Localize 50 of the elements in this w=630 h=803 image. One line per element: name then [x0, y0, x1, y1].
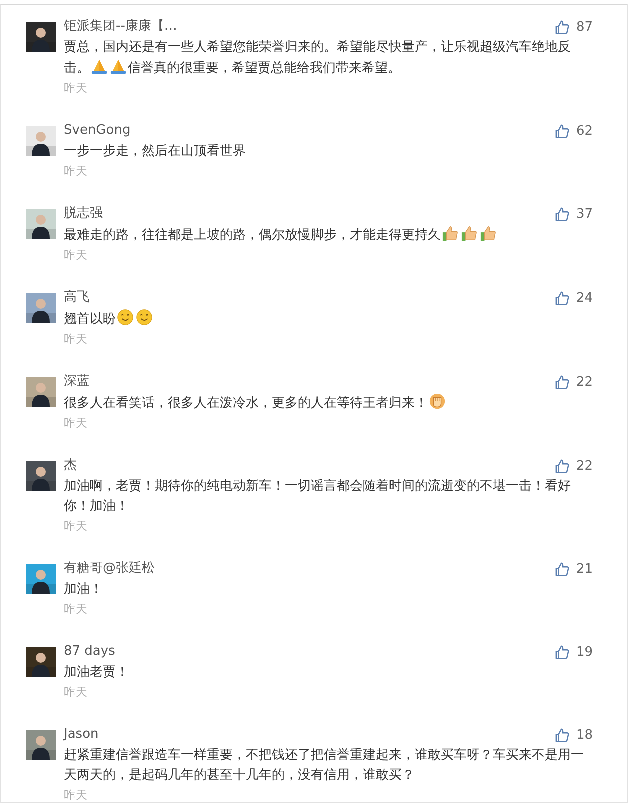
thumbs-up-icon [442, 225, 459, 242]
user-name[interactable]: Jason [64, 725, 99, 745]
comment-time: 昨天 [64, 163, 89, 180]
thumbs-up-icon[interactable] [555, 124, 570, 138]
comment-text: 加油啊，老贾！期待你的纯电动新车！一切谣言都会随着时间的流逝变的不堪一击！看好你！加油！ [64, 478, 572, 516]
comment-time: 昨天 [64, 518, 89, 535]
comment-text: 加油老贾！ [64, 664, 130, 682]
comment-time: 昨天 [64, 787, 89, 802]
like-count: 21 [576, 562, 593, 576]
like-count: 87 [576, 20, 593, 34]
user-name[interactable]: SvenGong [64, 121, 131, 141]
user-name[interactable]: 钜派集团--康康【… [64, 17, 178, 37]
comment-text: 一步一步走，然后在山顶看世界 [64, 143, 247, 161]
thumbs-up-icon[interactable] [555, 206, 570, 222]
thumbs-up-icon[interactable] [555, 374, 570, 390]
comment-time: 昨天 [64, 331, 89, 348]
thumbs-up-icon[interactable] [555, 290, 570, 306]
thumbs-up-icon[interactable] [555, 644, 570, 660]
comment-text: 赶紧重建信誉跟造车一样重要，不把钱还了把信誉重建起来，谁敢买车呀？车买来不是用一天两天的，是起码几年的甚至十几年的，没有信用，谁敢买？ [64, 747, 585, 785]
thumbs-up-icon[interactable] [555, 562, 570, 576]
like-count: 22 [576, 374, 593, 390]
comment-time: 昨天 [64, 415, 89, 432]
like-count: 62 [576, 124, 593, 138]
comment-time: 昨天 [64, 80, 89, 97]
user-name[interactable]: 深蓝 [64, 372, 90, 392]
smiley-icon [136, 309, 153, 326]
user-name[interactable]: 高飞 [64, 288, 90, 308]
like-count: 19 [576, 644, 593, 660]
comment-text: 翘首以盼 [64, 309, 593, 330]
user-name[interactable]: 87 days [64, 642, 116, 662]
comment-text: 很多人在看笑话，很多人在泼冷水，更多的人在等待王者归来！ [64, 393, 593, 414]
thumbs-up-icon[interactable] [555, 20, 570, 34]
thumbs-up-icon[interactable] [555, 458, 570, 474]
comment-time: 昨天 [64, 684, 89, 701]
user-name[interactable]: 脱志强 [64, 204, 103, 224]
thumbs-up-icon [480, 225, 497, 242]
smiley-icon [117, 309, 134, 326]
thumbs-up-icon[interactable] [555, 728, 570, 742]
user-name[interactable]: 杰 [64, 456, 77, 476]
comment-text: 最难走的路，往往都是上坡的路，偶尔放慢脚步，才能走得更持久 [64, 225, 593, 246]
like-count: 37 [576, 206, 593, 222]
like-count: 18 [576, 728, 593, 742]
comment-text: 贾总，国内还是有一些人希望您能荣誉归来的。希望能尽快量产，让乐视超级汽车绝地反击。 信誉真的很重要，希望贾总能给我们带来希望。 [64, 39, 572, 78]
like-count: 22 [576, 458, 593, 474]
comment-text: 加油！ [64, 581, 104, 599]
thumbs-up-icon [461, 225, 478, 242]
like-count: 24 [576, 290, 593, 306]
comment-time: 昨天 [64, 247, 89, 264]
comment-time: 昨天 [64, 601, 89, 618]
user-name[interactable]: 有糖哥@张廷松 [64, 559, 155, 579]
